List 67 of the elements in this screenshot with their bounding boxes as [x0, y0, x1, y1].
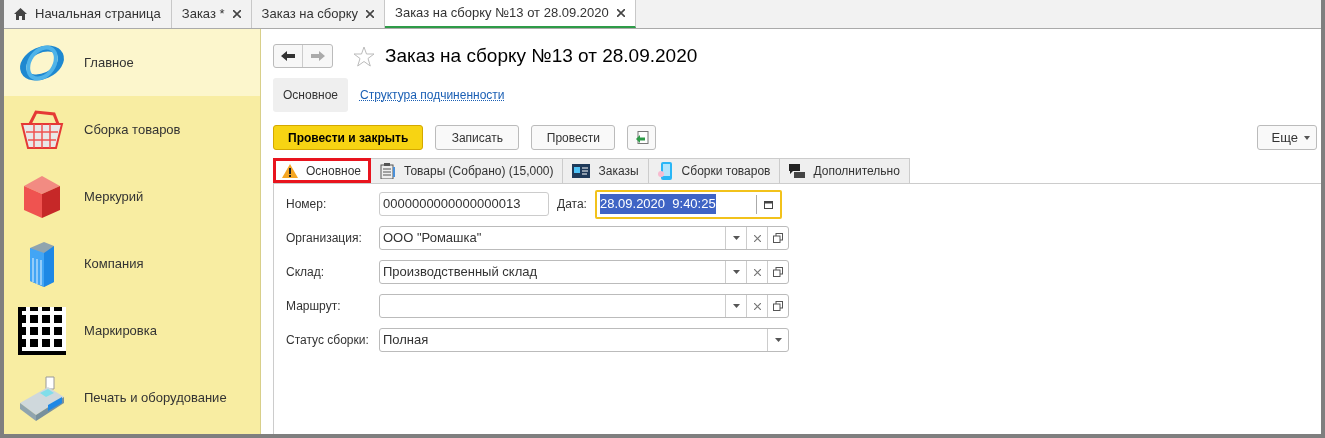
form-tab[interactable]: Товары (Собрано) (15,000) [371, 158, 564, 183]
window-title: Заказ на сборку №13 от 28.09.2020 [385, 43, 698, 68]
select-field[interactable]: Полная [379, 328, 789, 352]
number-field[interactable]: 0000000000000000013 [379, 192, 549, 216]
post-and-close-button[interactable]: Провести и закрыть [273, 125, 424, 150]
tab-label: Заказ * [181, 5, 225, 24]
form-tab[interactable]: Сборки товаров [648, 158, 781, 183]
close-icon [753, 268, 761, 276]
sidebar-item[interactable]: Меркурий [4, 163, 260, 230]
payment-terminal-icon [18, 374, 66, 421]
toolbar-button[interactable]: Провести [531, 125, 616, 150]
reference-field[interactable]: Производственный склад [379, 260, 789, 284]
warning-icon [282, 163, 298, 178]
document-tab[interactable]: Начальная страница [4, 0, 172, 28]
close-icon[interactable] [366, 10, 375, 18]
more-button[interactable]: Еще [1256, 125, 1317, 150]
chat-icon [789, 164, 806, 178]
toolbar-button[interactable] [627, 125, 657, 150]
section-link[interactable]: Структура подчиненности [360, 78, 505, 112]
sidebar-item[interactable]: Сборка товаров [4, 96, 260, 163]
field-label: Склад: [286, 264, 326, 281]
document-tab[interactable]: Заказ на сборку №13 от 28.09.2020 [385, 0, 636, 28]
form-tab[interactable]: Заказы [563, 158, 649, 183]
sidebar-item[interactable]: Главное [4, 29, 260, 96]
caret-icon [732, 304, 740, 308]
close-icon [753, 302, 761, 310]
caret-icon [732, 270, 740, 274]
section-link[interactable]: Основное [273, 78, 348, 112]
clipboard-icon [380, 163, 396, 179]
star-icon[interactable] [353, 45, 375, 67]
calendar-icon [764, 199, 773, 209]
close-icon[interactable] [616, 9, 625, 17]
sidebar-item[interactable]: Компания [4, 230, 260, 297]
sidebar-item[interactable]: Печать и оборудование [4, 364, 260, 431]
basket-icon [18, 107, 66, 152]
id-card-icon [572, 164, 591, 178]
caret-icon [774, 338, 782, 342]
form-tab[interactable]: Основное [273, 158, 371, 183]
tab-label: Начальная страница [35, 5, 161, 24]
open-window-icon [773, 233, 783, 243]
close-icon[interactable] [232, 10, 241, 18]
field-label: Номер: [286, 196, 328, 213]
home-icon [14, 8, 27, 20]
caret-icon [1304, 135, 1310, 140]
tab-label: Заказ на сборку [261, 5, 359, 24]
arrow-right-icon [310, 51, 325, 61]
close-icon [753, 234, 761, 242]
barcode-icon [18, 306, 66, 355]
globe-icon [18, 42, 66, 83]
arrow-left-icon [281, 51, 295, 61]
phone-icon [657, 162, 674, 180]
document-tab[interactable]: Заказ * [171, 0, 252, 28]
reference-field[interactable] [379, 294, 789, 318]
form-tab[interactable]: Дополнительно [780, 158, 910, 183]
open-window-icon [773, 301, 783, 311]
toolbar-button[interactable]: Записать [435, 125, 520, 150]
field-label: Статус сборки: [286, 332, 370, 349]
date-value: 28.09.2020 9:40:25 [600, 194, 716, 214]
caret-icon [732, 236, 740, 240]
field-label: Маршрут: [286, 298, 342, 315]
field-label: Дата: [557, 196, 588, 213]
date-field[interactable]: 28.09.2020 9:40:25 [595, 189, 782, 219]
tab-label: Заказ на сборку №13 от 28.09.2020 [395, 4, 609, 23]
sidebar-item[interactable]: Маркировка [4, 297, 260, 364]
field-label: Организация: [286, 230, 363, 247]
open-window-icon [773, 267, 783, 277]
reference-field[interactable]: ООО "Ромашка" [379, 226, 789, 250]
